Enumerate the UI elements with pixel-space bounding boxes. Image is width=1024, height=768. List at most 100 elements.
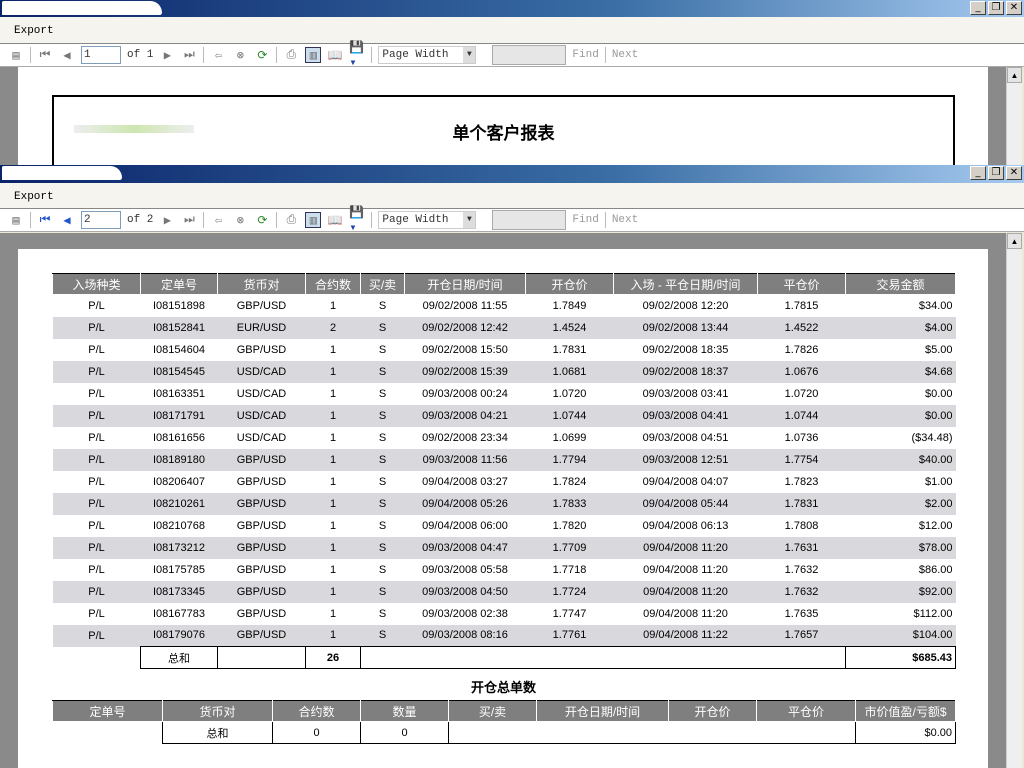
minimize-button[interactable]: _ <box>970 166 986 180</box>
table-cell: 1.7635 <box>784 607 819 620</box>
page-setup-icon[interactable]: 📖 <box>327 47 343 63</box>
column-header: 定单号 <box>140 273 218 295</box>
stop-icon[interactable]: ⊗ <box>232 47 248 63</box>
table-row: P/L I08210261 GBP/USD 1 S 09/04/2008 05:26 1.7… <box>52 492 956 515</box>
table-cell: $0.00 <box>845 404 956 427</box>
table-cell: I08152841 <box>140 316 218 339</box>
scroll-up-icon[interactable]: ▲ <box>1007 67 1022 83</box>
print-icon[interactable]: ⎙ <box>283 212 299 228</box>
table-cell: P/L <box>52 536 141 559</box>
table-cell: 09/04/2008 11:22 <box>613 624 758 647</box>
table-cell: 09/04/2008 05:44 <box>613 492 758 515</box>
next-link[interactable]: Next <box>612 49 638 61</box>
next-page-icon[interactable]: ▶ <box>159 47 175 63</box>
back-icon[interactable]: ⇦ <box>210 47 226 63</box>
toolbar: ▤ ⏮ ◀ 1 of 1 ▶ ⏭ ⇦ ⊗ ⟳ ⎙ ▥ 📖 💾▾ Page Wid… <box>0 41 1024 70</box>
table-cell: 09/03/2008 08:16 <box>404 624 526 647</box>
print-icon[interactable]: ⎙ <box>283 47 299 63</box>
prev-page-icon[interactable]: ◀ <box>59 47 75 63</box>
page-number-input[interactable]: 1 <box>81 46 121 64</box>
column-header: 入场种类 <box>52 273 141 295</box>
refresh-icon[interactable]: ⟳ <box>254 212 270 228</box>
last-page-icon[interactable]: ⏭ <box>181 212 197 228</box>
table-cell: S <box>378 431 387 444</box>
save-icon[interactable]: 💾▾ <box>349 206 365 235</box>
print-layout-icon[interactable]: ▥ <box>305 47 322 63</box>
restore-button[interactable]: ❐ <box>988 1 1004 15</box>
section-title: 开仓总单数 <box>470 681 536 696</box>
page-setup-icon[interactable]: 📖 <box>327 212 343 228</box>
table-cell: 09/02/2008 18:37 <box>613 360 758 383</box>
table-cell: 1.7820 <box>552 519 587 532</box>
next-link[interactable]: Next <box>612 214 638 226</box>
table-cell: 1 <box>329 519 337 532</box>
column-header: 合约数 <box>272 700 361 722</box>
table-cell: 1.7794 <box>525 448 614 471</box>
table-cell: 1.7632 <box>757 580 846 603</box>
table-cell: I08210768 <box>153 519 205 532</box>
column-header: 合约数 <box>305 273 361 295</box>
table-row: P/L I08175785 GBP/USD 1 S 09/03/2008 05:58 1.7… <box>53 559 956 581</box>
last-page-icon[interactable]: ⏭ <box>181 47 197 63</box>
table-cell: 1 <box>305 624 361 647</box>
table-cell: GBP/USD <box>217 624 306 647</box>
total-contracts: 0 <box>272 721 361 744</box>
close-button[interactable]: ✕ <box>1006 166 1022 180</box>
document-map-icon[interactable]: ▤ <box>8 47 24 63</box>
table-cell: I08175785 <box>153 563 205 576</box>
find-input[interactable] <box>492 210 567 230</box>
minimize-button[interactable]: _ <box>970 1 986 15</box>
table-row: P/L I08152841 EUR/USD 2 S 09/02/2008 12:42 1.4… <box>52 316 956 339</box>
column-header: 买/卖 <box>360 273 405 295</box>
table-cell: 1.7826 <box>784 343 819 356</box>
scroll-up-icon[interactable]: ▲ <box>1007 233 1022 249</box>
table-cell: 1.7831 <box>757 492 846 515</box>
table-cell: S <box>378 563 387 576</box>
prev-page-icon[interactable]: ◀ <box>59 212 75 228</box>
table-cell: S <box>378 519 387 532</box>
find-link[interactable]: Find <box>572 214 598 226</box>
table-cell: I08167783 <box>153 607 205 620</box>
zoom-select[interactable]: Page Width ▼ <box>378 46 477 64</box>
find-input[interactable] <box>492 45 567 65</box>
table-cell: I08171791 <box>140 404 218 427</box>
menu-export[interactable]: Export <box>14 191 54 203</box>
table-cell: 09/02/2008 15:39 <box>404 360 526 383</box>
first-page-icon[interactable]: ⏮ <box>37 212 53 228</box>
close-button[interactable]: ✕ <box>1006 1 1022 15</box>
print-layout-icon[interactable]: ▥ <box>305 212 322 228</box>
zoom-select[interactable]: Page Width ▼ <box>378 211 477 229</box>
table-cell: 09/03/2008 04:51 <box>642 431 729 444</box>
table-cell: 09/03/2008 04:21 <box>404 404 526 427</box>
restore-button[interactable]: ❐ <box>988 166 1004 180</box>
back-icon[interactable]: ⇦ <box>210 212 226 228</box>
first-page-icon[interactable]: ⏮ <box>37 47 53 63</box>
report-header-box: 单个客户报表 <box>52 95 955 165</box>
refresh-icon[interactable]: ⟳ <box>254 47 270 63</box>
vertical-scrollbar[interactable]: ▲ <box>1006 233 1022 768</box>
document-map-icon[interactable]: ▤ <box>8 212 24 228</box>
table-cell: 09/02/2008 15:50 <box>422 343 508 356</box>
table-cell: I08154545 <box>140 360 218 383</box>
page-number-input[interactable]: 2 <box>81 211 121 229</box>
menu-export[interactable]: Export <box>14 25 54 37</box>
table-cell: 09/04/2008 06:00 <box>422 519 508 532</box>
next-page-icon[interactable]: ▶ <box>159 212 175 228</box>
table-cell: 1 <box>329 299 337 312</box>
table-cell: USD/CAD <box>236 387 287 400</box>
table-cell: P/L <box>88 607 105 620</box>
stop-icon[interactable]: ⊗ <box>232 212 248 228</box>
table-cell: 1 <box>305 404 361 427</box>
vertical-scrollbar[interactable]: ▲ <box>1006 67 1022 165</box>
table-cell: 1.0699 <box>552 431 587 444</box>
toolbar: ▤ ⏮ ◀ 2 of 2 ▶ ⏭ ⇦ ⊗ ⟳ ⎙ ▥ 📖 💾▾ Page Wid… <box>0 206 1024 235</box>
table-cell: P/L <box>52 448 141 471</box>
total-amount: $0.00 <box>855 721 956 744</box>
column-header: 开仓价 <box>668 700 757 722</box>
find-link[interactable]: Find <box>572 49 598 61</box>
column-header: 开仓日期/时间 <box>404 273 526 295</box>
table-cell: GBP/USD <box>217 580 306 603</box>
save-icon[interactable]: 💾▾ <box>349 41 365 70</box>
table-cell: 09/02/2008 12:20 <box>642 299 729 312</box>
title-bar: _ ❐ ✕ <box>0 165 1024 183</box>
